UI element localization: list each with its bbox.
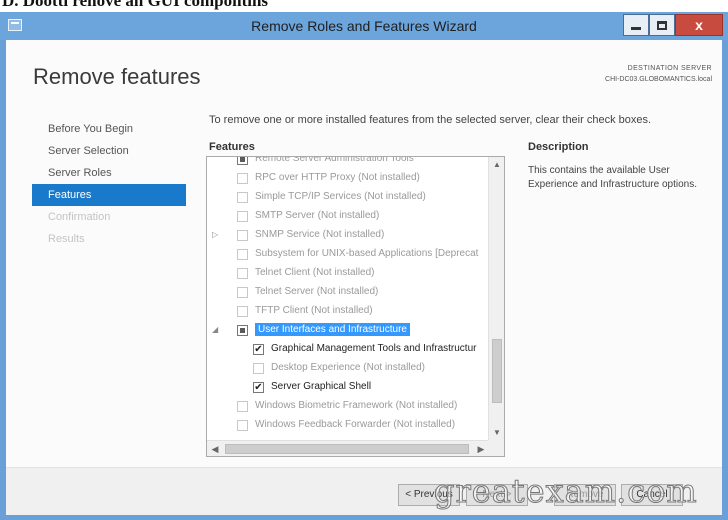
scroll-up-icon[interactable]: ▲: [489, 157, 504, 173]
scroll-down-icon[interactable]: ▼: [489, 425, 504, 441]
feature-label: Server Graphical Shell: [271, 381, 372, 392]
close-icon: x: [695, 17, 703, 33]
nav-item-results: Results: [48, 233, 85, 245]
instruction-text: To remove one or more installed features…: [209, 114, 652, 126]
caption-text: D. Dootti renove an GUI compontins: [2, 0, 269, 10]
feature-label: RPC over HTTP Proxy (Not installed): [255, 172, 420, 183]
nav-item-server-roles[interactable]: Server Roles: [32, 162, 186, 184]
feature-label: Windows Feedback Forwarder (Not installe…: [255, 419, 456, 430]
minimize-icon: [631, 26, 641, 30]
feature-checkbox[interactable]: [237, 268, 248, 279]
feature-label: Graphical Management Tools and Infrastru…: [271, 343, 477, 354]
watermark: greatexam.com: [434, 472, 698, 511]
feature-row[interactable]: ✔ Graphical Management Tools and Infrastr…: [207, 340, 489, 359]
feature-checkbox[interactable]: ✔: [253, 344, 264, 355]
feature-checkbox[interactable]: [237, 287, 248, 298]
feature-row[interactable]: Telnet Client (Not installed): [207, 264, 489, 283]
feature-label: Simple TCP/IP Services (Not installed): [255, 191, 426, 202]
feature-checkbox[interactable]: [237, 306, 248, 317]
nav-item-confirmation: Confirmation: [48, 211, 111, 223]
feature-checkbox[interactable]: [237, 230, 248, 241]
feature-checkbox[interactable]: [237, 325, 248, 336]
close-button[interactable]: x: [675, 14, 723, 36]
feature-row[interactable]: RPC over HTTP Proxy (Not installed): [207, 169, 489, 188]
feature-checkbox[interactable]: [253, 363, 264, 374]
wizard-window: Remove Roles and Features Wizard x Remov…: [0, 12, 728, 520]
feature-row[interactable]: Windows Biometric Framework (Not install…: [207, 397, 489, 416]
feature-row[interactable]: SMTP Server (Not installed): [207, 207, 489, 226]
feature-row[interactable]: Telnet Server (Not installed): [207, 283, 489, 302]
feature-label: Telnet Server (Not installed): [255, 286, 379, 297]
feature-checkbox[interactable]: ✔: [253, 382, 264, 393]
feature-row[interactable]: ▷ SNMP Service (Not installed): [207, 226, 489, 245]
window-title: Remove Roles and Features Wizard: [251, 18, 477, 34]
maximize-icon: [657, 20, 667, 30]
nav-item-server-selection[interactable]: Server Selection: [32, 140, 186, 162]
scroll-left-icon[interactable]: ◀: [207, 441, 223, 456]
feature-checkbox[interactable]: [237, 192, 248, 203]
expand-toggle-icon[interactable]: ◢: [212, 325, 218, 334]
feature-label: SMTP Server (Not installed): [255, 210, 380, 221]
feature-row[interactable]: Remote Server Administration Tools: [207, 157, 489, 169]
feature-row[interactable]: ◢ User Interfaces and Infrastructure: [207, 321, 489, 340]
maximize-button[interactable]: [649, 14, 675, 36]
feature-row[interactable]: Subsystem for UNIX-based Applications [D…: [207, 245, 489, 264]
destination-server-label: DESTINATION SERVER: [627, 65, 712, 72]
description-heading: Description: [528, 141, 589, 153]
nav-item-before-you-begin[interactable]: Before You Begin: [32, 118, 186, 140]
feature-label: Subsystem for UNIX-based Applications [D…: [255, 248, 479, 259]
description-text: This contains the available User Experie…: [528, 165, 697, 190]
feature-label: SNMP Service (Not installed): [255, 229, 385, 240]
feature-checkbox[interactable]: [237, 420, 248, 431]
feature-checkbox[interactable]: [237, 401, 248, 412]
feature-row[interactable]: ✔ Server Graphical Shell: [207, 378, 489, 397]
feature-label: Telnet Client (Not installed): [255, 267, 375, 278]
horizontal-scroll-thumb[interactable]: [225, 444, 469, 454]
feature-label: Desktop Experience (Not installed): [271, 362, 425, 373]
feature-row[interactable]: Windows Feedback Forwarder (Not installe…: [207, 416, 489, 435]
features-tree-rows: Remote Server Administration Tools RPC ov…: [207, 157, 489, 441]
title-bar: Remove Roles and Features Wizard x: [0, 12, 728, 40]
wizard-navigation: Before You Begin Server Selection Server R…: [32, 118, 186, 250]
feature-label: Remote Server Administration Tools: [255, 157, 414, 164]
feature-label: User Interfaces and Infrastructure: [255, 323, 410, 336]
feature-label: Windows Biometric Framework (Not install…: [255, 400, 458, 411]
feature-checkbox[interactable]: [237, 173, 248, 184]
page-title: Remove features: [33, 64, 201, 89]
feature-row[interactable]: Desktop Experience (Not installed): [207, 359, 489, 378]
feature-checkbox[interactable]: [237, 211, 248, 222]
wizard-client-area: Remove features DESTINATION SERVER CHI-D…: [6, 40, 722, 515]
scrollbar-corner: [488, 440, 504, 456]
expand-toggle-icon[interactable]: ▷: [212, 230, 218, 239]
scroll-right-icon[interactable]: ▶: [473, 441, 489, 456]
feature-row[interactable]: Simple TCP/IP Services (Not installed): [207, 188, 489, 207]
features-heading: Features: [209, 141, 255, 153]
horizontal-scrollbar[interactable]: ◀ ▶: [207, 440, 489, 456]
page-caption: D. Dootti renove an GUI compontins: [0, 0, 728, 12]
minimize-button[interactable]: [623, 14, 649, 36]
feature-checkbox[interactable]: [237, 249, 248, 260]
feature-checkbox[interactable]: [237, 157, 248, 165]
destination-server-name: CHI-DC03.GLOBOMANTICS.local: [605, 76, 712, 83]
vertical-scroll-thumb[interactable]: [492, 339, 502, 403]
vertical-scrollbar[interactable]: ▲ ▼: [488, 157, 504, 441]
features-tree[interactable]: Remote Server Administration Tools RPC ov…: [206, 156, 505, 457]
nav-item-features[interactable]: Features: [32, 184, 186, 206]
feature-row[interactable]: TFTP Client (Not installed): [207, 302, 489, 321]
feature-label: TFTP Client (Not installed): [255, 305, 373, 316]
